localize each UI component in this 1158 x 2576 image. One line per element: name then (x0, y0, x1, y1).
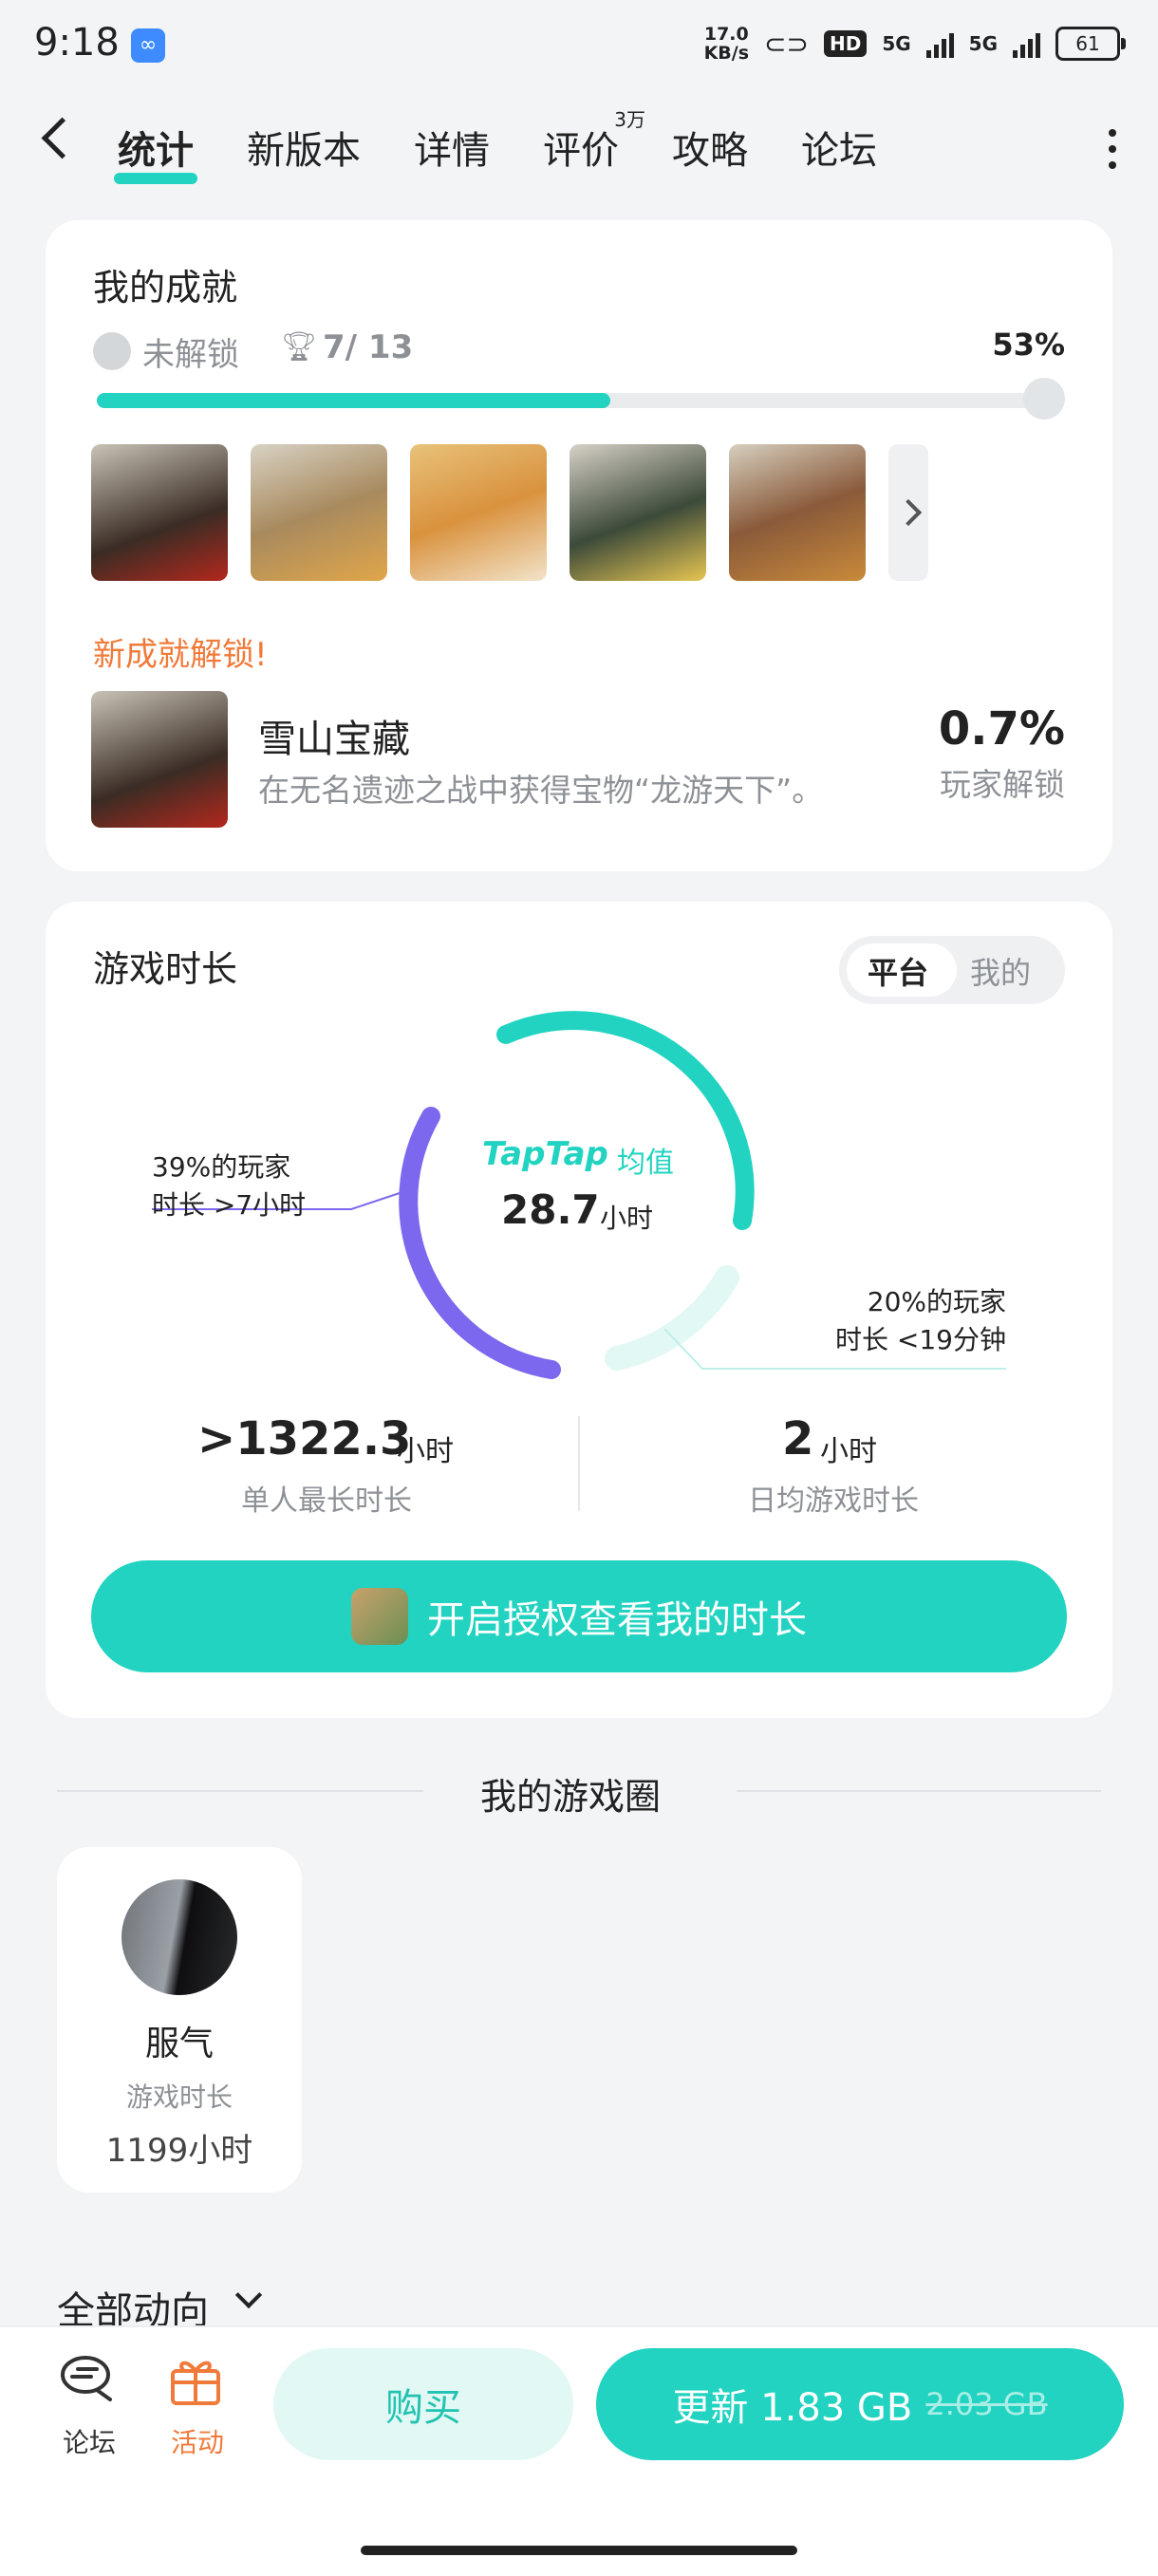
link-icon: ⊂⊃ (764, 28, 809, 60)
authorize-playtime-label: 开启授权查看我的时长 (427, 1598, 807, 1642)
signal-icon-2 (1013, 29, 1040, 58)
daily-playtime-unit: 小时 (820, 1435, 877, 1468)
forum-nav-label[interactable]: 论坛 (63, 2422, 116, 2460)
playtime-title: 游戏时长 (93, 948, 238, 990)
new-achievement-percent: 0.7% (938, 702, 1065, 756)
average-unit: 小时 (600, 1203, 654, 1234)
divider-left (57, 1790, 423, 1792)
status-time: 9:18 (34, 21, 120, 65)
achievement-thumbnails (91, 444, 928, 581)
achievement-image-5[interactable] (729, 444, 866, 581)
new-achievement-label: 新成就解锁! (93, 636, 268, 674)
divider-right (737, 1790, 1101, 1792)
tab-details[interactable]: 详情 (414, 120, 490, 175)
toggle-platform[interactable]: 平台 (868, 949, 928, 993)
new-achievement-percent-label: 玩家解锁 (940, 766, 1065, 803)
locked-badge-icon (93, 332, 131, 370)
game-circle-title: 我的游戏圈 (480, 1776, 662, 1818)
max-playtime-label: 单人最长时长 (241, 1484, 412, 1518)
max-playtime-unit: 小时 (397, 1435, 454, 1468)
activity-nav-label[interactable]: 活动 (171, 2422, 224, 2460)
more-achievements-button[interactable] (888, 444, 928, 581)
signal-label-1: 5G (882, 32, 911, 55)
taptap-brand: TapTap (482, 1135, 608, 1173)
average-label: 均值 (617, 1147, 674, 1180)
tab-stats[interactable]: 统计 (114, 120, 197, 184)
reviews-count-badge: 3万 (614, 108, 645, 131)
new-achievement-image[interactable] (91, 691, 228, 828)
toggle-mine[interactable]: 我的 (970, 949, 1031, 993)
locked-label: 未解锁 (142, 336, 239, 374)
achievement-image-2[interactable] (251, 444, 387, 581)
new-achievement-name: 雪山宝藏 (258, 718, 410, 761)
network-speed: 17.0 KB/s (703, 24, 750, 64)
friend-name: 服气 (144, 2025, 214, 2063)
update-label: 更新 1.83 GB (672, 2386, 913, 2430)
update-old-size: 2.03 GB (925, 2386, 1048, 2422)
signal-icon (925, 29, 954, 58)
achievement-percent: 53% (992, 327, 1065, 363)
tab-bar: 统计 新版本 详情 评价 3万 攻略 论坛 (114, 108, 930, 184)
tab-new-version[interactable]: 新版本 (247, 120, 361, 175)
notification-app-icon: ∞ (131, 28, 165, 63)
tab-guides[interactable]: 攻略 (672, 120, 748, 175)
update-button[interactable]: 更新 1.83 GB 2.03 GB (596, 2348, 1124, 2460)
home-indicator[interactable] (361, 2546, 797, 2555)
more-icon[interactable] (1109, 129, 1116, 177)
achievements-title: 我的成就 (93, 267, 238, 308)
chevron-right-icon (894, 498, 923, 527)
friend-playtime-value: 1199小时 (105, 2132, 253, 2170)
achievement-image-3[interactable] (410, 444, 547, 581)
status-indicators: 17.0 KB/s ⊂⊃ HD 5G 5G 61 (703, 24, 1126, 64)
game-icon (351, 1588, 408, 1645)
daily-playtime-value: 2 (782, 1412, 814, 1465)
signal-label-2: 5G (968, 32, 998, 55)
tab-reviews[interactable]: 评价 3万 (543, 108, 645, 175)
authorize-playtime-button[interactable]: 开启授权查看我的时长 (91, 1560, 1067, 1672)
forum-icon[interactable] (59, 2354, 116, 2403)
chevron-down-icon[interactable] (234, 2281, 263, 2309)
buy-button[interactable]: 购买 (273, 2348, 573, 2460)
achievement-image-4[interactable] (570, 444, 706, 581)
achievement-image-1[interactable] (91, 444, 228, 581)
new-achievement-desc: 在无名遗迹之战中获得宝物“龙游天下”。 (258, 772, 824, 809)
buy-label: 购买 (385, 2386, 461, 2430)
left-callout: 39%的玩家 时长 >7小时 (152, 1151, 307, 1221)
max-playtime-value: >1322.3 (197, 1412, 412, 1465)
average-value: 28.7 (501, 1186, 600, 1233)
avatar[interactable] (121, 1879, 237, 1995)
tab-forum[interactable]: 论坛 (801, 120, 877, 175)
friend-playtime-label: 游戏时长 (125, 2081, 233, 2113)
stats-divider (578, 1416, 580, 1511)
gift-icon[interactable] (167, 2354, 224, 2407)
battery-icon: 61 (1055, 27, 1126, 61)
trophy-icon: 🏆︎ (281, 330, 318, 364)
hd-badge: HD (823, 30, 868, 57)
back-icon[interactable] (41, 117, 84, 159)
progress-end-icon (1023, 378, 1065, 420)
right-callout: 20%的玩家 时长 <19分钟 (835, 1286, 1006, 1355)
daily-playtime-label: 日均游戏时长 (748, 1484, 919, 1518)
tab-reviews-label: 评价 (543, 129, 619, 173)
achievement-count: 7/ 13 (323, 328, 414, 366)
achievement-progress-fill (97, 393, 610, 408)
